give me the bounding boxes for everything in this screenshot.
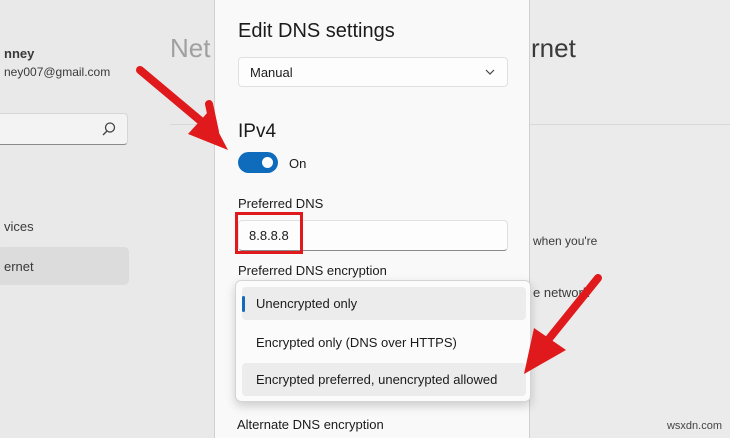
annotation-highlight-box — [235, 212, 303, 254]
alternate-dns-encryption-label: Alternate DNS encryption — [237, 417, 384, 432]
search-icon — [102, 122, 116, 136]
sidebar-item-network-internet[interactable]: ernet — [0, 247, 129, 285]
dropdown-option-unencrypted[interactable]: Unencrypted only — [242, 287, 526, 320]
chevron-down-icon — [485, 69, 495, 75]
dns-mode-select[interactable]: Manual — [238, 57, 508, 87]
page-title-right: rnet — [531, 33, 576, 63]
dropdown-option-label: Encrypted only (DNS over HTTPS) — [256, 335, 457, 350]
dialog-title: Edit DNS settings — [238, 20, 395, 42]
dropdown-option-label: Encrypted preferred, unencrypted allowed — [256, 372, 498, 387]
toggle-state-label: On — [289, 156, 307, 171]
annotation-arrow-icon — [205, 100, 219, 136]
page-title: Net — [170, 33, 211, 63]
watermark: wsxdn.com — [666, 420, 722, 432]
dropdown-option-encrypted-only[interactable]: Encrypted only (DNS over HTTPS) — [242, 326, 526, 359]
encryption-dropdown-list: Unencrypted only Encrypted only (DNS ove… — [235, 280, 531, 402]
preferred-dns-encryption-label: Preferred DNS encryption — [238, 263, 387, 278]
selection-indicator — [242, 296, 245, 312]
dropdown-option-encrypted-preferred[interactable]: Encrypted preferred, unencrypted allowed — [242, 363, 526, 396]
dns-mode-value: Manual — [250, 65, 293, 80]
sidebar-item-devices[interactable]: vices — [4, 219, 34, 234]
annotation-arrow-icon — [524, 274, 602, 374]
user-name: nney — [4, 46, 35, 61]
sidebar-item-label: ernet — [4, 259, 34, 274]
preferred-dns-label: Preferred DNS — [238, 196, 324, 211]
dropdown-option-label: Unencrypted only — [256, 296, 358, 311]
user-email: ney007@gmail.com — [4, 65, 111, 79]
toggle-knob — [262, 157, 273, 168]
content-panel — [170, 124, 214, 438]
setting-description: when you're — [533, 234, 598, 248]
settings-search-input[interactable] — [0, 113, 128, 145]
